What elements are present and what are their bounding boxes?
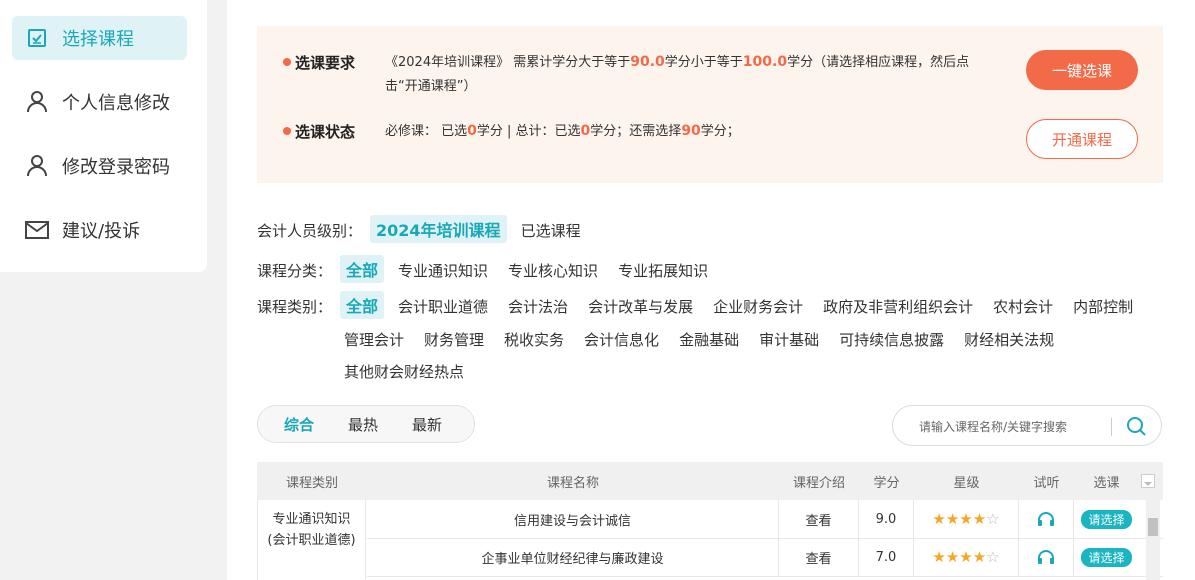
headphones-icon[interactable] [1019, 500, 1074, 538]
requirement-box: 选课要求 《2024年培训课程》 需累计学分大于等于90.0学分小于等于100.… [257, 26, 1163, 183]
sort-hottest[interactable]: 最热 [348, 414, 378, 435]
table-row: 企事业单位财经纪律与廉政建设 查看 7.0 ★★★★☆ 请选择 [367, 538, 1163, 577]
sort-newest[interactable]: 最新 [412, 414, 442, 435]
type-filter-row3: 其他财会财经热点 [338, 359, 478, 384]
filter-tag[interactable]: 会计职业道德 [392, 294, 494, 319]
select-cell: 请选择 [1074, 500, 1139, 538]
view-intro-link[interactable]: 查看 [779, 500, 859, 538]
filter-tag[interactable]: 专业通识知识 [392, 258, 494, 283]
header-cell: 学分 [873, 475, 900, 491]
divider [1111, 418, 1112, 436]
user-icon [24, 89, 50, 115]
filter-tag[interactable]: 审计基础 [753, 327, 825, 352]
requirement-label: 选课要求 [295, 54, 356, 72]
requirement-text: 《2024年培训课程》 需累计学分大于等于90.0学分小于等于100.0学分（请… [385, 54, 970, 94]
course-name: 信用建设与会计诚信 [367, 500, 779, 538]
filter-tag[interactable]: 金融基础 [673, 327, 745, 352]
view-intro-link[interactable]: 查看 [779, 538, 859, 576]
credit-value: 9.0 [859, 500, 914, 538]
one-click-select-button[interactable]: 一键选课 [1026, 50, 1138, 90]
sidebar-item-password[interactable]: 修改登录密码 [12, 144, 187, 188]
course-table: 课程类别 课程名称 课程介绍 学分 星级 试听 选课 专业通识知识 (会计职业道… [257, 462, 1163, 580]
choose-button[interactable]: 请选择 [1081, 509, 1132, 529]
checkbox-icon [24, 25, 50, 51]
scrollbar-thumb[interactable] [1148, 518, 1158, 536]
filter-tag[interactable]: 财务管理 [418, 327, 490, 352]
filter-tag[interactable]: 会计信息化 [578, 327, 665, 352]
sidebar: 选择课程 个人信息修改 修改登录密码 建议/投诉 [0, 0, 207, 272]
star-rating: ★★★★☆ [914, 538, 1019, 576]
sidebar-item-feedback[interactable]: 建议/投诉 [12, 208, 187, 252]
filter-tag[interactable]: 企业财务会计 [707, 294, 809, 319]
filter-tag[interactable]: 专业核心知识 [502, 258, 604, 283]
filter-tag[interactable]: 财经相关法规 [958, 327, 1060, 352]
filter-tag[interactable]: 2024年培训课程 [370, 215, 507, 243]
table-header: 课程类别 课程名称 课程介绍 学分 星级 试听 选课 [257, 462, 1163, 500]
filter-tag[interactable]: 税收实务 [498, 327, 570, 352]
status-text: 必修课： 已选0学分 | 总计：已选0学分；还需选择90学分； [385, 123, 740, 139]
bullet-dot [283, 127, 291, 135]
filter-tag[interactable]: 其他财会财经热点 [338, 359, 470, 384]
filter-tag[interactable]: 全部 [340, 291, 385, 319]
type-filter: 课程类别： 全部 会计职业道德 会计法治 会计改革与发展 企业财务会计 政府及非营利组织会计… [257, 291, 1163, 319]
table-row: 信用建设与会计诚信 查看 9.0 ★★★★☆ 请选择 [367, 500, 1163, 539]
scrollbar[interactable] [1146, 500, 1160, 580]
search-icon[interactable] [1125, 415, 1149, 439]
user-icon [24, 153, 50, 179]
credit-value: 7.0 [859, 538, 914, 576]
header-cell: 试听 [1033, 475, 1060, 491]
header-cell: 星级 [953, 475, 980, 491]
sidebar-item-profile[interactable]: 个人信息修改 [12, 80, 187, 124]
sidebar-item-label: 选择课程 [62, 29, 134, 50]
filter-tag[interactable]: 会计法治 [502, 294, 574, 319]
mail-icon [24, 217, 50, 243]
header-cell: 课程类别 [285, 475, 338, 491]
sort-comprehensive[interactable]: 综合 [284, 414, 314, 435]
star-rating: ★★★★☆ [914, 500, 1019, 538]
filter-tag[interactable]: 农村会计 [987, 294, 1059, 319]
filter-tag[interactable]: 可持续信息披露 [833, 327, 950, 352]
type-filter-row2: 管理会计 财务管理 税收实务 会计信息化 金融基础 审计基础 可持续信息披露 财经相关法规 [338, 327, 1068, 352]
level-filter: 会计人员级别： 2024年培训课程 已选课程 [257, 215, 595, 243]
filter-tag[interactable]: 政府及非营利组织会计 [817, 294, 979, 319]
bullet-dot [283, 58, 291, 66]
status-label: 选课状态 [295, 123, 356, 141]
main-panel: 选课要求 《2024年培训课程》 需累计学分大于等于90.0学分小于等于100.… [227, 0, 1195, 580]
filter-tag[interactable]: 专业拓展知识 [612, 258, 714, 283]
sidebar-item-select-course[interactable]: 选择课程 [12, 16, 187, 60]
filter-tag[interactable]: 全部 [340, 255, 385, 283]
table-body: 专业通识知识 (会计职业道德) 信用建设与会计诚信 查看 9.0 ★★★★☆ 请… [257, 500, 1163, 580]
header-cell: 课程介绍 [792, 475, 845, 491]
header-cell: 课程名称 [546, 475, 599, 491]
sidebar-item-label: 建议/投诉 [62, 221, 141, 242]
select-cell: 请选择 [1074, 538, 1139, 576]
chevron-down-icon[interactable] [1141, 474, 1155, 488]
filter-tag[interactable]: 会计改革与发展 [582, 294, 699, 319]
sort-bar: 综合 最热 最新 [257, 405, 475, 443]
sidebar-item-label: 个人信息修改 [62, 93, 170, 114]
sidebar-item-label: 修改登录密码 [62, 157, 170, 178]
headphones-icon[interactable] [1019, 538, 1074, 576]
filter-tag[interactable]: 管理会计 [338, 327, 410, 352]
course-name: 企事业单位财经纪律与廉政建设 [367, 538, 779, 576]
search-input[interactable] [917, 416, 1111, 438]
activate-course-button[interactable]: 开通课程 [1026, 119, 1138, 159]
filter-tag[interactable]: 内部控制 [1067, 294, 1139, 319]
category-filter: 课程分类： 全部 专业通识知识 专业核心知识 专业拓展知识 [257, 255, 722, 283]
choose-button[interactable]: 请选择 [1081, 547, 1132, 567]
header-cell: 选课 [1093, 475, 1120, 491]
category-cell: 专业通识知识 (会计职业道德) [257, 500, 366, 580]
filter-tag[interactable]: 已选课程 [515, 218, 587, 243]
search-box [892, 405, 1162, 446]
